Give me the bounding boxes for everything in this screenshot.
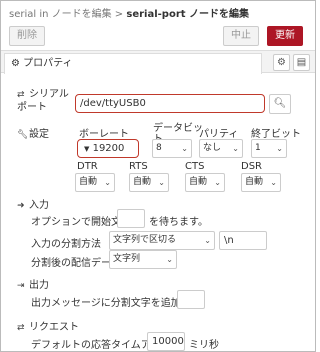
stopbits-select[interactable]: 1 ⌄ <box>251 139 287 158</box>
timeout-unit: ミリ秒 <box>189 340 219 351</box>
dsr-select[interactable]: 自動 ⌄ <box>241 173 281 192</box>
cancel-button[interactable]: 中止 <box>223 26 259 46</box>
dialog-header: serial in ノードを編集 > serial-port ノードを編集 削除… <box>1 1 315 51</box>
cts-label: CTS <box>185 161 205 172</box>
search-port-button[interactable]: 🔍︎ <box>269 94 291 114</box>
dtr-select[interactable]: 自動 ⌄ <box>75 173 115 192</box>
baudrate-label: ボーレート <box>79 129 129 140</box>
input-title-text: 入力 <box>29 200 49 211</box>
baudrate-value: 19200 <box>92 143 125 154</box>
output-title-text: 出力 <box>29 280 49 291</box>
timeout-input[interactable]: 10000 <box>147 332 185 351</box>
dtr-value: 自動 <box>79 177 98 187</box>
databits-value: 8 <box>156 143 162 153</box>
split-char-input[interactable]: \n <box>219 231 267 250</box>
dsr-value: 自動 <box>245 177 264 187</box>
settings-gear-icon[interactable]: ⚙ <box>273 54 290 71</box>
settings-label-text: 設定 <box>29 129 49 140</box>
tab-bar: ⚙ プロパティ ⚙ ▤ <box>1 51 315 74</box>
update-button[interactable]: 更新 <box>267 26 303 46</box>
start-char-prefix: オプションで開始文字 <box>31 217 131 228</box>
breadcrumb: serial in ノードを編集 > serial-port ノードを編集 <box>9 5 249 20</box>
exchange-icon: ⇄ <box>17 323 25 333</box>
split-label: 入力の分割方法 <box>31 239 101 250</box>
split-method-value: 文字列で区切る <box>113 235 177 245</box>
tab-properties[interactable]: ⚙ プロパティ <box>4 53 262 74</box>
description-icon[interactable]: ▤ <box>293 54 310 71</box>
deliver-select[interactable]: 文字列 ⌄ <box>109 250 177 269</box>
wrench-icon: 🔧︎ <box>17 130 29 140</box>
output-section-title: ⇥ 出力 <box>17 276 49 291</box>
cts-value: 自動 <box>189 177 208 187</box>
stopbits-value: 1 <box>255 143 261 153</box>
add-char-label: 出力メッセージに分割文字を追加する <box>31 298 201 309</box>
chevron-down-icon: ⌄ <box>181 144 188 153</box>
parity-select[interactable]: なし ⌄ <box>199 139 243 158</box>
chevron-down-icon: ⌄ <box>214 178 221 187</box>
tab-properties-label: プロパティ <box>23 58 73 69</box>
deliver-value: 文字列 <box>113 254 141 264</box>
serial-port-label-line2: ポート <box>17 102 47 113</box>
parity-label: パリティ <box>199 129 239 140</box>
chevron-down-icon: ⌄ <box>276 144 283 153</box>
gear-icon: ⚙ <box>11 58 20 69</box>
dsr-label: DSR <box>241 161 262 172</box>
breadcrumb-prefix: serial in ノードを編集 > <box>9 9 127 20</box>
chevron-down-icon: ⌄ <box>232 144 239 153</box>
rts-value: 自動 <box>133 177 152 187</box>
request-title-text: リクエスト <box>29 322 79 333</box>
start-char-suffix: を待ちます。 <box>149 217 208 228</box>
parity-value: なし <box>203 143 222 153</box>
databits-select[interactable]: 8 ⌄ <box>152 139 192 158</box>
serial-port-input[interactable]: /dev/ttyUSB0 <box>75 94 265 113</box>
breadcrumb-current: serial-port ノードを編集 <box>126 9 250 20</box>
split-method-select[interactable]: 文字列で区切る ⌄ <box>109 231 215 250</box>
add-char-input[interactable] <box>177 290 205 309</box>
dtr-label: DTR <box>77 161 98 172</box>
search-icon: 🔍︎ <box>273 98 287 109</box>
sign-in-icon: ➜ <box>17 201 25 211</box>
input-section-title: ➜ 入力 <box>17 196 49 211</box>
chevron-down-icon: ⌄ <box>104 178 111 187</box>
cts-select[interactable]: 自動 ⌄ <box>185 173 225 192</box>
chevron-down-icon: ⌄ <box>204 236 211 245</box>
deliver-label: 分割後の配信データ <box>31 258 121 269</box>
rts-select[interactable]: 自動 ⌄ <box>129 173 169 192</box>
request-section-title: ⇄ リクエスト <box>17 318 79 333</box>
chevron-down-icon: ⌄ <box>270 178 277 187</box>
chevron-down-icon: ⌄ <box>158 178 165 187</box>
caret-down-icon: ▼ <box>84 145 90 153</box>
start-char-input[interactable] <box>117 209 145 228</box>
baudrate-input[interactable]: ▼ 19200 <box>77 139 139 158</box>
sign-out-icon: ⇥ <box>17 281 25 291</box>
edit-dialog: serial in ノードを編集 > serial-port ノードを編集 削除… <box>0 0 316 352</box>
stopbits-label: 終了ビット <box>251 129 301 140</box>
delete-button[interactable]: 削除 <box>9 26 45 46</box>
rts-label: RTS <box>129 161 148 172</box>
settings-label: 🔧︎設定 <box>17 125 49 140</box>
chevron-down-icon: ⌄ <box>166 255 173 264</box>
